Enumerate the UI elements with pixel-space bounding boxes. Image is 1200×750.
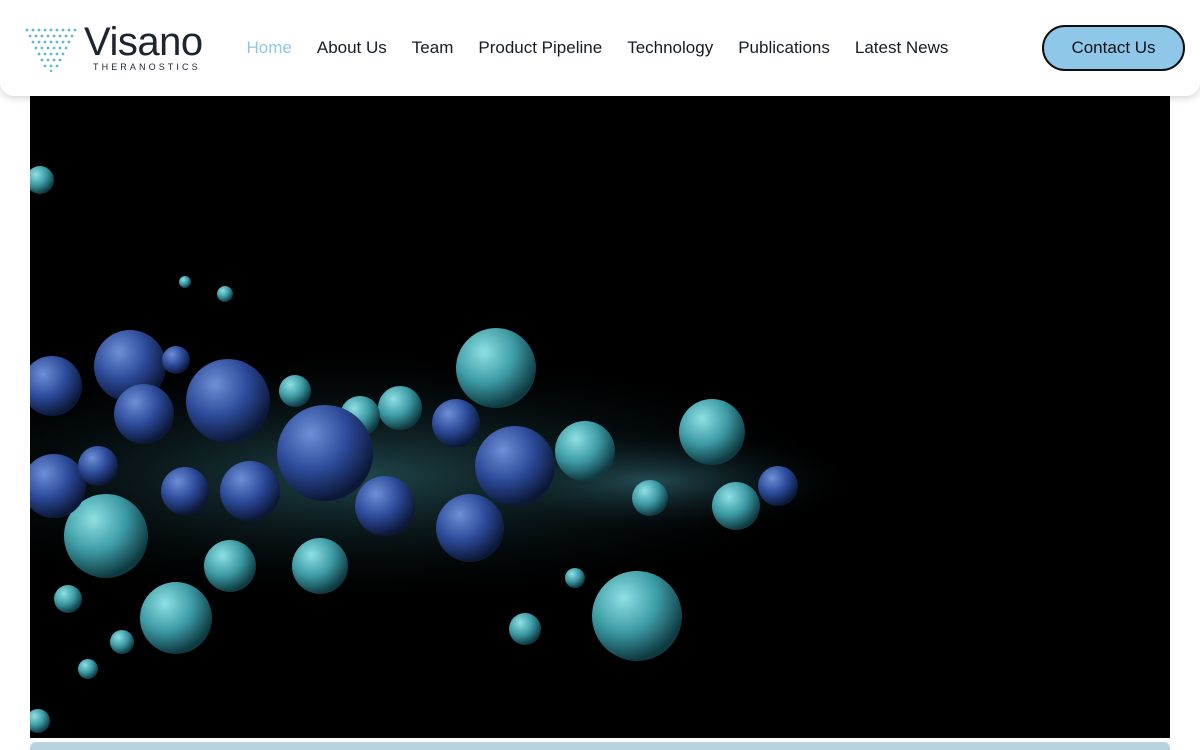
nav-item-about-us[interactable]: About Us [304, 36, 399, 60]
hero-video[interactable] [30, 96, 1170, 738]
nav-item-home[interactable]: Home [234, 36, 304, 60]
next-section-edge [30, 742, 1170, 750]
nav-item-technology[interactable]: Technology [615, 36, 726, 60]
nav-item-team[interactable]: Team [399, 36, 466, 60]
logo-dots-icon [25, 28, 77, 72]
main-nav: Home About Us Team Product Pipeline Tech… [234, 36, 961, 60]
nav-item-publications[interactable]: Publications [726, 36, 843, 60]
brand-tagline: THERANOSTICS [93, 62, 201, 72]
hero-molecules-image [30, 96, 1170, 738]
nav-item-latest-news[interactable]: Latest News [842, 36, 961, 60]
brand-logo[interactable]: Visano THERANOSTICS [24, 20, 214, 76]
nav-item-product-pipeline[interactable]: Product Pipeline [466, 36, 615, 60]
contact-us-button[interactable]: Contact Us [1042, 25, 1185, 71]
brand-name: Visano [84, 20, 203, 64]
site-header: Visano THERANOSTICS Home About Us Team P… [0, 0, 1200, 96]
